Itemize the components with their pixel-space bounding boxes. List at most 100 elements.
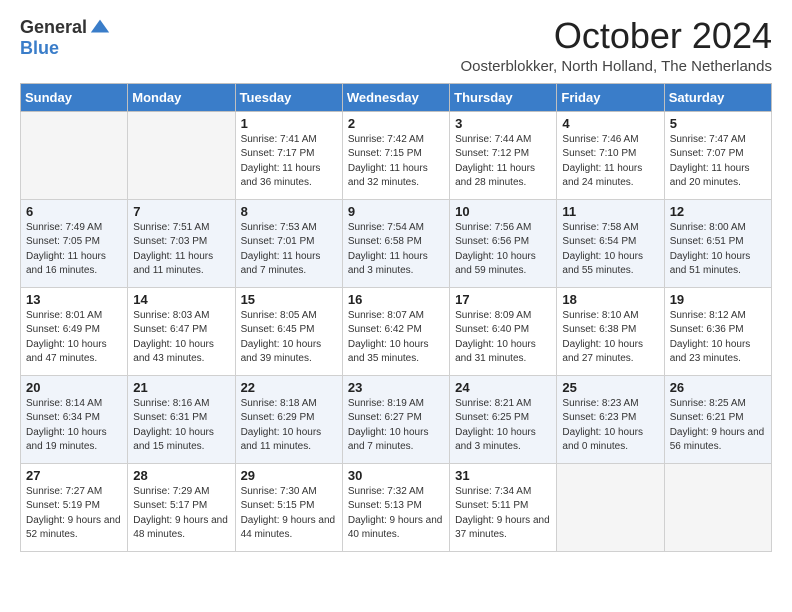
day-number: 11 <box>562 204 658 219</box>
day-number: 12 <box>670 204 766 219</box>
calendar-day-cell: 19Sunrise: 8:12 AMSunset: 6:36 PMDayligh… <box>664 287 771 375</box>
day-number: 31 <box>455 468 551 483</box>
day-info: Sunrise: 8:07 AMSunset: 6:42 PMDaylight:… <box>348 309 444 367</box>
day-number: 26 <box>670 380 766 395</box>
weekday-header: Friday <box>557 83 664 111</box>
day-info: Sunrise: 7:41 AMSunset: 7:17 PMDaylight:… <box>241 133 337 191</box>
calendar-day-cell: 20 Sunrise: 8:14 AMSunset: 6:34 PMDayligh… <box>21 375 128 463</box>
day-info: Sunrise: 8:00 AMSunset: 6:51 PMDaylight:… <box>670 221 766 279</box>
calendar-day-cell: 4Sunrise: 7:46 AMSunset: 7:10 PMDaylight… <box>557 111 664 199</box>
day-info: Sunrise: 7:47 AMSunset: 7:07 PMDaylight:… <box>670 133 766 191</box>
calendar-day-cell <box>664 463 771 551</box>
calendar-day-cell: 7 Sunrise: 7:51 AMSunset: 7:03 PMDaylight… <box>128 199 235 287</box>
calendar-day-cell: 10 Sunrise: 7:56 AMSunset: 6:56 PMDayligh… <box>450 199 557 287</box>
day-info: Sunrise: 8:25 AMSunset: 6:21 PMDaylight:… <box>670 397 766 455</box>
page: General Blue October 2024 Oosterblokker,… <box>0 0 792 568</box>
day-number: 20 <box>26 380 122 395</box>
calendar-day-cell: 30 Sunrise: 7:32 AMSunset: 5:13 PMDayligh… <box>342 463 449 551</box>
title-block: October 2024 Oosterblokker, North Hollan… <box>460 16 772 75</box>
day-info: Sunrise: 8:12 AMSunset: 6:36 PMDaylight:… <box>670 309 766 367</box>
weekday-header: Saturday <box>664 83 771 111</box>
calendar-week-row: 20 Sunrise: 8:14 AMSunset: 6:34 PMDayligh… <box>21 375 772 463</box>
calendar-body: 1 Sunrise: 7:41 AMSunset: 7:17 PMDaylight… <box>21 111 772 551</box>
calendar-day-cell <box>21 111 128 199</box>
day-info: Sunrise: 7:29 AMSunset: 5:17 PMDaylight:… <box>133 485 229 543</box>
day-number: 6 <box>26 204 122 219</box>
day-info: Sunrise: 7:49 AMSunset: 7:05 PMDaylight:… <box>26 221 122 279</box>
day-info: Sunrise: 7:46 AMSunset: 7:10 PMDaylight:… <box>562 133 658 191</box>
day-info: Sunrise: 7:44 AMSunset: 7:12 PMDaylight:… <box>455 133 551 191</box>
day-number: 14 <box>133 292 229 307</box>
calendar-day-cell: 22 Sunrise: 8:18 AMSunset: 6:29 PMDayligh… <box>235 375 342 463</box>
calendar-day-cell <box>557 463 664 551</box>
day-number: 17 <box>455 292 551 307</box>
day-info: Sunrise: 7:42 AMSunset: 7:15 PMDaylight:… <box>348 133 444 191</box>
calendar-day-cell: 6 Sunrise: 7:49 AMSunset: 7:05 PMDaylight… <box>21 199 128 287</box>
calendar-day-cell <box>128 111 235 199</box>
calendar-day-cell: 1 Sunrise: 7:41 AMSunset: 7:17 PMDaylight… <box>235 111 342 199</box>
day-info: Sunrise: 8:05 AMSunset: 6:45 PMDaylight:… <box>241 309 337 367</box>
calendar-day-cell: 13Sunrise: 8:01 AMSunset: 6:49 PMDayligh… <box>21 287 128 375</box>
calendar-day-cell: 21 Sunrise: 8:16 AMSunset: 6:31 PMDayligh… <box>128 375 235 463</box>
logo-general-text: General <box>20 17 87 38</box>
calendar-day-cell: 11Sunrise: 7:58 AMSunset: 6:54 PMDayligh… <box>557 199 664 287</box>
calendar-day-cell: 24Sunrise: 8:21 AMSunset: 6:25 PMDayligh… <box>450 375 557 463</box>
day-number: 22 <box>241 380 337 395</box>
day-info: Sunrise: 8:01 AMSunset: 6:49 PMDaylight:… <box>26 309 122 367</box>
day-info: Sunrise: 7:53 AMSunset: 7:01 PMDaylight:… <box>241 221 337 279</box>
calendar-day-cell: 31 Sunrise: 7:34 AMSunset: 5:11 PMDayligh… <box>450 463 557 551</box>
day-info: Sunrise: 7:54 AMSunset: 6:58 PMDaylight:… <box>348 221 444 279</box>
day-number: 28 <box>133 468 229 483</box>
day-number: 21 <box>133 380 229 395</box>
day-info: Sunrise: 7:51 AMSunset: 7:03 PMDaylight:… <box>133 221 229 279</box>
calendar-day-cell: 29Sunrise: 7:30 AMSunset: 5:15 PMDayligh… <box>235 463 342 551</box>
weekday-header: Tuesday <box>235 83 342 111</box>
day-info: Sunrise: 8:09 AMSunset: 6:40 PMDaylight:… <box>455 309 551 367</box>
day-number: 7 <box>133 204 229 219</box>
calendar-week-row: 13Sunrise: 8:01 AMSunset: 6:49 PMDayligh… <box>21 287 772 375</box>
day-number: 5 <box>670 116 766 131</box>
calendar-day-cell: 23Sunrise: 8:19 AMSunset: 6:27 PMDayligh… <box>342 375 449 463</box>
day-number: 8 <box>241 204 337 219</box>
calendar-week-row: 6 Sunrise: 7:49 AMSunset: 7:05 PMDaylight… <box>21 199 772 287</box>
calendar-table: SundayMondayTuesdayWednesdayThursdayFrid… <box>20 83 772 552</box>
day-number: 9 <box>348 204 444 219</box>
day-number: 30 <box>348 468 444 483</box>
day-info: Sunrise: 7:56 AMSunset: 6:56 PMDaylight:… <box>455 221 551 279</box>
calendar-day-cell: 28 Sunrise: 7:29 AMSunset: 5:17 PMDayligh… <box>128 463 235 551</box>
day-number: 16 <box>348 292 444 307</box>
day-info: Sunrise: 7:32 AMSunset: 5:13 PMDaylight:… <box>348 485 444 543</box>
day-info: Sunrise: 7:27 AMSunset: 5:19 PMDaylight:… <box>26 485 122 543</box>
day-number: 2 <box>348 116 444 131</box>
day-info: Sunrise: 8:10 AMSunset: 6:38 PMDaylight:… <box>562 309 658 367</box>
weekday-header: Thursday <box>450 83 557 111</box>
calendar-day-cell: 5 Sunrise: 7:47 AMSunset: 7:07 PMDaylight… <box>664 111 771 199</box>
day-info: Sunrise: 8:21 AMSunset: 6:25 PMDaylight:… <box>455 397 551 455</box>
day-number: 3 <box>455 116 551 131</box>
day-info: Sunrise: 8:18 AMSunset: 6:29 PMDaylight:… <box>241 397 337 455</box>
location-title: Oosterblokker, North Holland, The Nether… <box>460 58 772 75</box>
weekday-header: Monday <box>128 83 235 111</box>
calendar-day-cell: 17 Sunrise: 8:09 AMSunset: 6:40 PMDayligh… <box>450 287 557 375</box>
day-info: Sunrise: 7:30 AMSunset: 5:15 PMDaylight:… <box>241 485 337 543</box>
day-info: Sunrise: 7:34 AMSunset: 5:11 PMDaylight:… <box>455 485 551 543</box>
calendar-day-cell: 27 Sunrise: 7:27 AMSunset: 5:19 PMDayligh… <box>21 463 128 551</box>
day-info: Sunrise: 8:14 AMSunset: 6:34 PMDaylight:… <box>26 397 122 455</box>
calendar-day-cell: 2 Sunrise: 7:42 AMSunset: 7:15 PMDaylight… <box>342 111 449 199</box>
day-info: Sunrise: 8:16 AMSunset: 6:31 PMDaylight:… <box>133 397 229 455</box>
month-title: October 2024 <box>460 16 772 56</box>
header: General Blue October 2024 Oosterblokker,… <box>20 16 772 75</box>
logo-icon <box>89 16 111 38</box>
day-number: 10 <box>455 204 551 219</box>
day-number: 27 <box>26 468 122 483</box>
calendar-day-cell: 15 Sunrise: 8:05 AMSunset: 6:45 PMDayligh… <box>235 287 342 375</box>
logo-blue-text: Blue <box>20 38 59 59</box>
day-number: 15 <box>241 292 337 307</box>
calendar-day-cell: 8 Sunrise: 7:53 AMSunset: 7:01 PMDaylight… <box>235 199 342 287</box>
day-number: 1 <box>241 116 337 131</box>
calendar-week-row: 1 Sunrise: 7:41 AMSunset: 7:17 PMDaylight… <box>21 111 772 199</box>
day-number: 25 <box>562 380 658 395</box>
calendar-day-cell: 12 Sunrise: 8:00 AMSunset: 6:51 PMDayligh… <box>664 199 771 287</box>
logo: General Blue <box>20 16 111 59</box>
calendar-day-cell: 25Sunrise: 8:23 AMSunset: 6:23 PMDayligh… <box>557 375 664 463</box>
